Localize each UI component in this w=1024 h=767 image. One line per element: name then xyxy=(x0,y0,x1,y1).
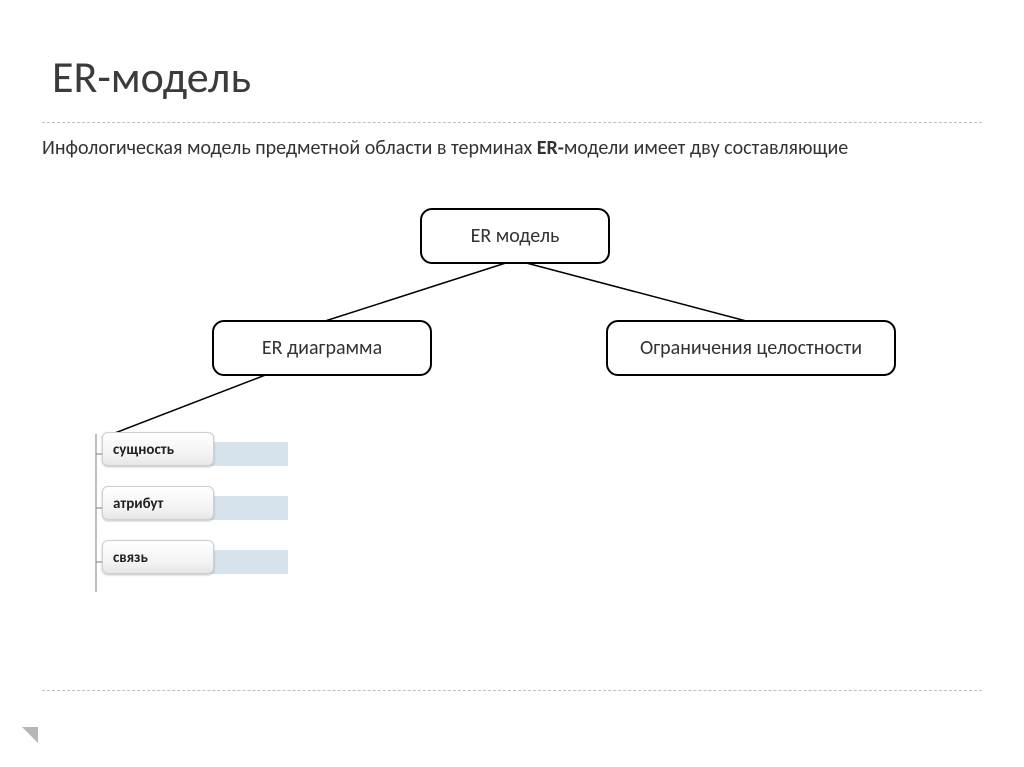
subitems-list: сущность атрибут связь xyxy=(102,432,290,594)
divider-bottom xyxy=(42,690,982,691)
subitem-relation: связь xyxy=(102,540,214,574)
divider-top xyxy=(42,122,982,123)
corner-icon xyxy=(22,727,38,743)
node-integrity-constraints: Ограничения целостности xyxy=(606,320,896,376)
connectors xyxy=(0,0,1024,767)
description-post: модели имеет дву составляющие xyxy=(564,136,848,160)
subitem-attribute: атрибут xyxy=(102,486,214,520)
subitem-row: атрибут xyxy=(102,486,290,526)
subitem-entity: сущность xyxy=(102,432,214,466)
description: Инфологическая модель предметной области… xyxy=(42,135,982,161)
node-root: ER модель xyxy=(420,208,610,264)
description-pre: Инфологическая модель предметной области… xyxy=(42,136,537,160)
node-er-diagram: ER диаграмма xyxy=(212,320,432,376)
description-bold: ER- xyxy=(537,136,564,160)
subitem-row: связь xyxy=(102,540,290,580)
slide-title: ER-модель xyxy=(52,50,251,104)
slide: ER-модель Инфологическая модель предметн… xyxy=(0,0,1024,767)
subitem-row: сущность xyxy=(102,432,290,472)
